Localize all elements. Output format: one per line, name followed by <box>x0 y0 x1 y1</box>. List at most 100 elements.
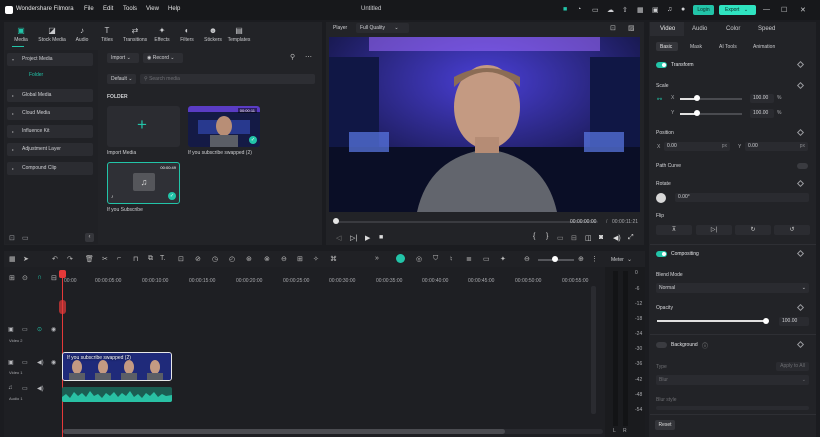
transform-toggle[interactable] <box>656 62 667 68</box>
ai-icon[interactable]: ⌘ <box>330 255 337 263</box>
timer-icon[interactable]: ◷ <box>212 255 218 263</box>
tab-titles[interactable]: T Titles <box>95 26 119 43</box>
zoom-handle[interactable] <box>552 256 558 262</box>
menu-view[interactable]: View <box>146 6 159 12</box>
mute-icon[interactable]: ⊖ <box>281 255 287 263</box>
redo-icon[interactable]: ↷ <box>67 255 73 263</box>
rotate-cw-button[interactable]: ↻ <box>735 225 771 235</box>
filter-icon[interactable]: ⚲ <box>290 53 295 61</box>
volume-icon[interactable]: ◀) <box>613 234 621 242</box>
layers-icon[interactable]: ≣ <box>466 255 472 263</box>
more-icon[interactable]: ⋮ <box>591 255 598 263</box>
tab-audio[interactable]: Audio <box>692 26 707 32</box>
add-track-icon[interactable]: ⊞ <box>9 274 15 282</box>
playhead-handle[interactable] <box>59 270 66 278</box>
scale-x-input[interactable]: 100.00 <box>750 94 774 103</box>
record-button[interactable]: ◉ Record ⌄ <box>143 53 183 63</box>
subtab-animation[interactable]: Animation <box>753 44 775 50</box>
tab-filters[interactable]: ◐ Filters <box>175 26 199 43</box>
tab-audio[interactable]: ♪ Audio <box>70 26 94 43</box>
video-clip[interactable]: If you subscribe swapped (2) <box>62 352 172 381</box>
sticker-icon[interactable]: ✦ <box>500 255 506 263</box>
scale-y-handle[interactable] <box>694 110 700 116</box>
maximize-icon[interactable]: ☐ <box>781 6 787 14</box>
image-icon[interactable]: ▨ <box>628 24 635 32</box>
login-button[interactable]: Login <box>693 5 714 15</box>
image-icon[interactable]: ▭ <box>483 255 490 263</box>
menu-file[interactable]: File <box>84 6 94 12</box>
blur-style-field[interactable] <box>656 406 809 410</box>
speed-icon[interactable]: ◔ <box>577 6 581 13</box>
folder-icon[interactable]: ▭ <box>22 326 28 333</box>
menu-tools[interactable]: Tools <box>123 6 137 12</box>
close-icon[interactable]: ✕ <box>800 6 806 14</box>
folder-icon[interactable]: ▭ <box>22 385 28 392</box>
track-lock-icon[interactable]: ⊟ <box>51 274 57 282</box>
marquee-icon[interactable]: ⊡ <box>178 255 184 263</box>
more-icon[interactable]: ⋯ <box>305 53 312 61</box>
opacity-handle[interactable] <box>763 318 769 324</box>
snapshot-icon[interactable]: ⊡ <box>610 24 616 32</box>
sidebar-item-influence-kit[interactable]: ▸ Influence Kit <box>7 125 93 138</box>
path-curve-toggle[interactable] <box>797 163 808 169</box>
split-icon[interactable]: ✂ <box>102 255 108 263</box>
cloud-icon[interactable]: ☁ <box>607 6 614 14</box>
search-input[interactable]: ⚲ Search media <box>140 74 315 84</box>
quality-dropdown[interactable]: Full Quality ⌄ <box>356 23 409 33</box>
speed-icon[interactable]: ⊘ <box>195 255 201 263</box>
magnet-icon[interactable]: ∩ <box>37 274 42 281</box>
transition-icon[interactable]: ⊞ <box>297 255 303 263</box>
opacity-input[interactable]: 100.00 <box>779 317 809 326</box>
mark-in-icon[interactable]: { <box>533 233 535 240</box>
screen-icon[interactable]: ▭ <box>592 6 599 14</box>
position-y-input[interactable]: 0.00 px <box>745 142 808 151</box>
sidebar-item-adjustment-layer[interactable]: ▸ Adjustment Layer <box>7 143 93 156</box>
opacity-slider[interactable] <box>657 320 767 322</box>
tab-templates[interactable]: ▤ Templates <box>227 26 251 43</box>
duplicate-icon[interactable]: ⧉ <box>148 255 153 263</box>
speaker-icon[interactable]: ◀) <box>37 385 44 392</box>
compositing-toggle[interactable] <box>656 251 667 257</box>
rotate-input[interactable]: 0.00° <box>675 193 809 202</box>
vertical-scrollbar[interactable] <box>591 286 596 414</box>
video-preview[interactable] <box>329 37 640 212</box>
stop-icon[interactable]: ■ <box>379 234 383 241</box>
subtab-mask[interactable]: Mask <box>690 44 702 50</box>
snap-toggle-icon[interactable] <box>396 254 405 263</box>
reset-button[interactable]: Reset <box>655 420 675 430</box>
magic-icon[interactable]: ✧ <box>313 255 319 263</box>
folder-icon[interactable]: ▭ <box>22 359 28 366</box>
sidebar-item-project-media[interactable]: ▾ Project Media <box>7 53 93 66</box>
info-icon[interactable]: ⓘ <box>702 341 708 350</box>
scale-y-input[interactable]: 100.00 <box>750 109 774 118</box>
sidebar-item-compound-clip[interactable]: ▸ Compound Clip <box>7 162 93 175</box>
eye-icon[interactable]: ◉ <box>51 359 56 366</box>
brush-icon[interactable]: ⊛ <box>246 255 252 263</box>
scrubber-handle[interactable] <box>333 218 339 224</box>
upload-icon[interactable]: ⇧ <box>622 6 628 14</box>
scale-x-handle[interactable] <box>694 95 700 101</box>
clock-icon[interactable]: ◴ <box>229 255 235 263</box>
layout-icon[interactable]: ▦ <box>637 6 644 14</box>
playback-scrubber[interactable] <box>335 221 598 223</box>
media-clip-subscribe[interactable]: ♫ 00:00:49 ♪ ✓ <box>107 162 180 204</box>
mark-out-icon[interactable]: } <box>546 233 548 240</box>
rotate-dial[interactable] <box>656 193 666 203</box>
crop-icon[interactable]: ⊟ <box>571 234 577 242</box>
media-clip-swapped[interactable]: 00:00:11 ✓ <box>188 106 260 147</box>
mic-icon[interactable]: ♮ <box>450 255 453 263</box>
rotate-ccw-button[interactable]: ↺ <box>774 225 810 235</box>
more-tools-icon[interactable]: » <box>375 255 379 262</box>
layout-grid-icon[interactable]: ▦ <box>9 255 16 263</box>
menu-help[interactable]: Help <box>168 6 180 12</box>
avatar-icon[interactable]: ● <box>681 6 685 13</box>
link-icon[interactable]: ⊙ <box>37 326 42 333</box>
tab-media[interactable]: ▣ Media <box>9 26 33 43</box>
gift-icon[interactable]: ■ <box>563 6 567 13</box>
sidebar-item-cloud-media[interactable]: ▸ Cloud Media <box>7 107 93 120</box>
position-x-input[interactable]: 0.00 px <box>664 142 730 151</box>
eye-icon[interactable]: ◉ <box>51 326 56 333</box>
grid-icon[interactable]: ▣ <box>652 6 659 14</box>
sidebar-item-global-media[interactable]: ▸ Global Media <box>7 89 93 102</box>
subtab-basic[interactable]: Basic <box>660 44 672 50</box>
